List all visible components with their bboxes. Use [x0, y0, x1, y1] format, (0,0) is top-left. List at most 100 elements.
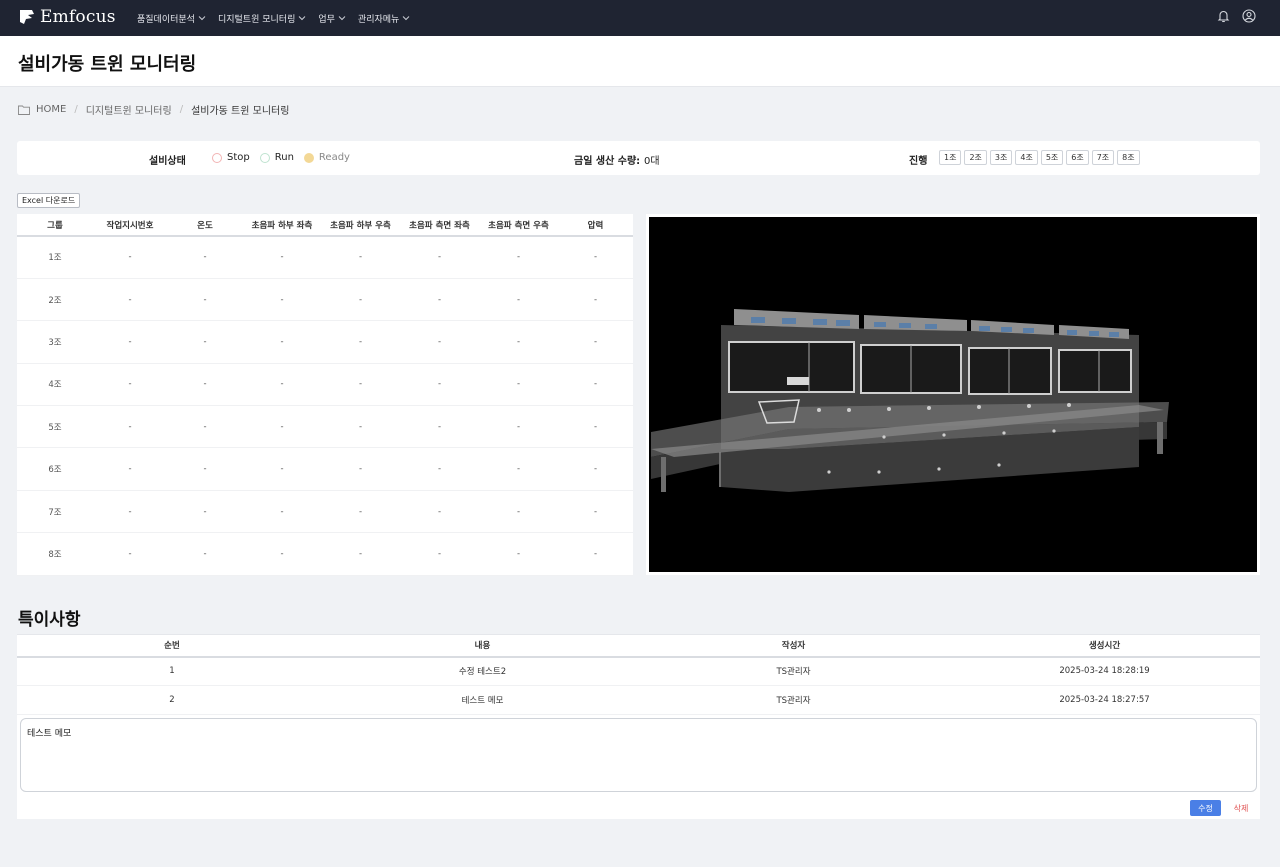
- table-cell: -: [558, 278, 633, 322]
- legend-run: Run: [259, 152, 294, 163]
- excel-download-button[interactable]: Excel 다운로드: [17, 193, 81, 208]
- table-cell: -: [558, 320, 633, 364]
- breadcrumb-home-label: HOME: [36, 104, 67, 115]
- logo-icon: [20, 10, 34, 24]
- memo-textarea[interactable]: [20, 718, 1257, 792]
- notes-table: 순번 내용 작성자 생성시간 1 수정 테스트2 TS관리자 2025-03-24 1…: [17, 634, 1260, 715]
- delete-button[interactable]: 삭제: [1228, 800, 1254, 816]
- brand-logo[interactable]: Emfocus: [18, 7, 116, 27]
- equipment-3d-model[interactable]: [649, 217, 1257, 572]
- digital-twin-viewer: [646, 214, 1260, 575]
- note-cell: 2025-03-24 18:28:19: [949, 656, 1260, 686]
- nav-label: 관리자메뉴: [357, 14, 400, 25]
- table-cell: -: [479, 320, 558, 364]
- table-cell: -: [400, 405, 479, 449]
- table-row[interactable]: 5조 - - - - - - -: [17, 405, 633, 449]
- equipment-status-label: 설비상태: [149, 156, 186, 167]
- group-button-4[interactable]: 4조: [1015, 150, 1038, 165]
- production-count-value: 0대: [644, 156, 660, 167]
- table-cell: 8조: [17, 532, 93, 576]
- table-cell: -: [400, 363, 479, 407]
- column-header[interactable]: 그룹: [17, 214, 93, 237]
- column-header[interactable]: 작성자: [638, 634, 949, 658]
- sensor-table-body: 1조 - - - - - - -2조 - - - - - - -3조 - - - - - - -4조 - - - - - - -5조 - -…: [17, 236, 633, 576]
- table-cell: -: [93, 405, 167, 449]
- legend-ready: Ready: [303, 152, 350, 163]
- table-cell: -: [479, 447, 558, 491]
- group-button-1[interactable]: 1조: [939, 150, 962, 165]
- table-row[interactable]: 1조 - - - - - - -: [17, 236, 633, 279]
- table-row[interactable]: 4조 - - - - - - -: [17, 363, 633, 407]
- breadcrumb-section[interactable]: 디지털트윈 모니터링: [86, 102, 172, 117]
- table-cell: -: [243, 363, 321, 407]
- table-cell: -: [243, 447, 321, 491]
- legend-label: Run: [274, 152, 294, 163]
- column-header[interactable]: 초음파 하부 좌측: [243, 214, 321, 237]
- note-row[interactable]: 1 수정 테스트2 TS관리자 2025-03-24 18:28:19: [17, 656, 1260, 686]
- group-button-5[interactable]: 5조: [1040, 150, 1064, 165]
- table-row[interactable]: 6조 - - - - - - -: [17, 447, 633, 491]
- table-cell: -: [167, 363, 243, 407]
- table-cell: -: [479, 532, 558, 576]
- nav-digital-twin[interactable]: 디지털트윈 모니터링: [218, 12, 306, 25]
- table-cell: -: [167, 278, 243, 322]
- edit-button[interactable]: 수정: [1190, 800, 1221, 816]
- top-navbar: Emfocus 품질데이터분석 디지털트윈 모니터링 업무 관리자메뉴: [0, 0, 1280, 36]
- column-header[interactable]: 작업지시번호: [93, 214, 167, 237]
- group-button-3[interactable]: 3조: [989, 150, 1013, 165]
- note-row[interactable]: 2 테스트 메모 TS관리자 2025-03-24 18:27:57: [17, 685, 1260, 715]
- page-title: 설비가동 트윈 모니터링: [18, 54, 197, 75]
- group-button-6[interactable]: 6조: [1066, 150, 1089, 165]
- table-cell: -: [558, 447, 633, 491]
- table-cell: -: [400, 278, 479, 322]
- table-cell: -: [321, 363, 400, 407]
- nav-label: 디지털트윈 모니터링: [217, 14, 296, 25]
- table-cell: -: [93, 363, 167, 407]
- column-header[interactable]: 압력: [558, 214, 633, 237]
- table-cell: -: [400, 532, 479, 576]
- chevron-down-icon: [338, 16, 346, 21]
- table-cell: -: [558, 405, 633, 449]
- nav-work[interactable]: 업무: [318, 12, 346, 25]
- table-row[interactable]: 8조 - - - - - - -: [17, 532, 633, 576]
- bell-icon[interactable]: [1217, 9, 1230, 23]
- chevron-down-icon: [299, 16, 306, 21]
- table-cell: -: [479, 278, 558, 322]
- production-count-label: 금일 생산 수량:: [574, 156, 641, 167]
- nav-quality-analysis[interactable]: 품질데이터분석: [137, 12, 206, 25]
- group-button-8[interactable]: 8조: [1117, 150, 1140, 165]
- table-cell: -: [321, 405, 400, 449]
- user-account-icon[interactable]: [1242, 9, 1256, 23]
- table-cell: -: [400, 320, 479, 364]
- column-header[interactable]: 온도: [167, 214, 243, 237]
- table-cell: -: [321, 236, 400, 279]
- legend-stop: Stop: [212, 152, 250, 163]
- column-header[interactable]: 초음파 하부 우측: [321, 214, 400, 237]
- table-cell: -: [93, 278, 167, 322]
- table-cell: 5조: [17, 405, 93, 449]
- breadcrumb-home[interactable]: HOME: [18, 104, 66, 115]
- column-header[interactable]: 순번: [17, 634, 327, 658]
- note-cell: TS관리자: [638, 685, 949, 715]
- note-cell: 테스트 메모: [327, 685, 638, 715]
- table-cell: -: [479, 236, 558, 279]
- sensor-table: 그룹 작업지시번호 온도 초음파 하부 좌측 초음파 하부 우측 초음파 측면 …: [17, 214, 633, 576]
- legend-label: Ready: [318, 152, 350, 163]
- nav-label: 품질데이터분석: [137, 14, 195, 25]
- table-cell: -: [93, 490, 167, 534]
- column-header[interactable]: 내용: [327, 634, 638, 658]
- nav-admin[interactable]: 관리자메뉴: [358, 12, 410, 25]
- table-cell: -: [167, 320, 243, 364]
- column-header[interactable]: 생성시간: [949, 634, 1260, 658]
- group-button-7[interactable]: 7조: [1091, 150, 1115, 165]
- group-button-2[interactable]: 2조: [964, 150, 987, 165]
- column-header[interactable]: 초음파 측면 좌측: [400, 214, 479, 237]
- table-row[interactable]: 2조 - - - - - - -: [17, 278, 633, 322]
- table-cell: -: [400, 236, 479, 279]
- column-header[interactable]: 초음파 측면 우측: [479, 214, 558, 237]
- table-cell: 6조: [17, 447, 93, 491]
- table-cell: -: [167, 236, 243, 279]
- table-row[interactable]: 7조 - - - - - - -: [17, 490, 633, 534]
- table-cell: 3조: [17, 320, 93, 364]
- table-row[interactable]: 3조 - - - - - - -: [17, 320, 633, 364]
